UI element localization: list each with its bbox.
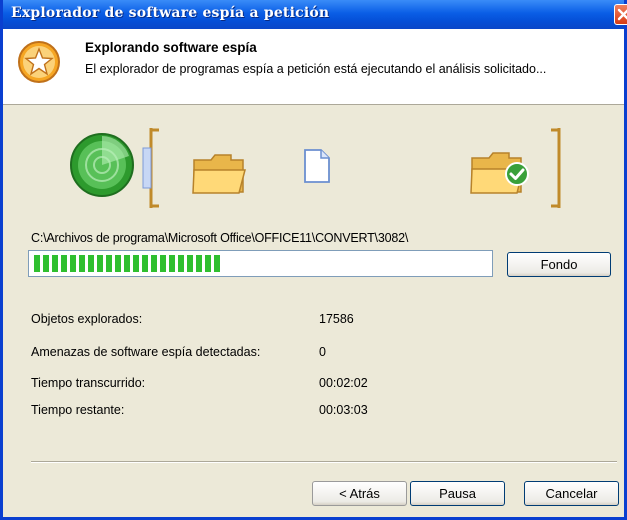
stat-value-remaining: 00:03:03 bbox=[319, 403, 368, 417]
stat-label-threats: Amenazas de software espía detectadas: bbox=[31, 345, 261, 359]
stat-value-objects: 17586 bbox=[319, 312, 354, 326]
back-button[interactable]: < Atrás bbox=[312, 481, 407, 506]
scan-animation bbox=[3, 112, 624, 222]
current-scan-path: C:\Archivos de programa\Microsoft Office… bbox=[31, 231, 409, 245]
close-icon bbox=[617, 8, 627, 21]
window-title: Explorador de software espía a petición bbox=[11, 5, 330, 21]
star-badge-icon bbox=[18, 41, 60, 83]
stat-label-objects: Objetos explorados: bbox=[31, 312, 143, 326]
stat-label-elapsed: Tiempo transcurrido: bbox=[31, 376, 146, 390]
footer-separator bbox=[31, 461, 617, 463]
title-bar[interactable]: Explorador de software espía a petición bbox=[3, 0, 627, 29]
scan-bracket-right bbox=[551, 128, 561, 208]
dialog-header: Explorando software espía El explorador … bbox=[3, 29, 624, 105]
close-button[interactable] bbox=[614, 4, 627, 25]
scan-progress-bar bbox=[28, 250, 493, 277]
scan-bracket-left bbox=[142, 128, 159, 208]
stat-value-threats: 0 bbox=[319, 345, 326, 359]
pause-button[interactable]: Pausa bbox=[410, 481, 505, 506]
stat-label-remaining: Tiempo restante: bbox=[31, 403, 125, 417]
folder-icon bbox=[192, 154, 246, 194]
document-icon bbox=[304, 149, 330, 183]
header-title: Explorando software espía bbox=[85, 40, 257, 55]
header-subtitle: El explorador de programas espía a petic… bbox=[85, 62, 547, 76]
scan-progress-fill bbox=[34, 255, 220, 272]
radar-scan-icon bbox=[70, 133, 134, 197]
scanner-dialog: Explorador de software espía a petición … bbox=[0, 0, 627, 520]
background-button[interactable]: Fondo bbox=[507, 252, 611, 277]
folder-check-icon bbox=[470, 152, 529, 194]
stat-value-elapsed: 00:02:02 bbox=[319, 376, 368, 390]
cancel-button[interactable]: Cancelar bbox=[524, 481, 619, 506]
